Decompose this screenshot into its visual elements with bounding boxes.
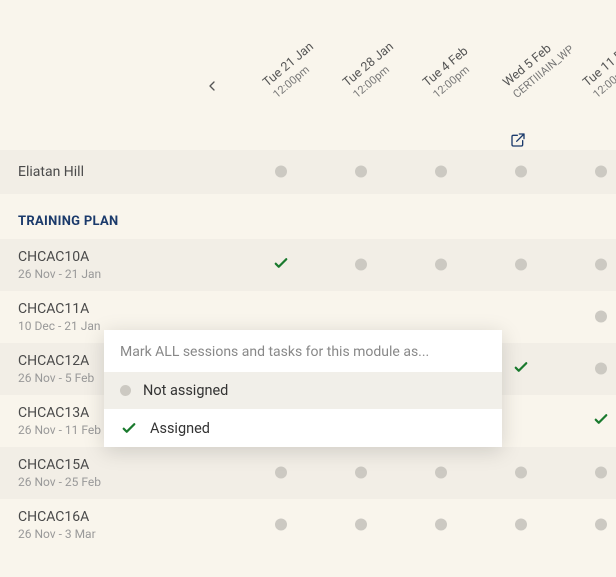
not-assigned-icon (595, 519, 607, 531)
module-row: CHCAC15A 26 Nov - 25 Feb (0, 447, 616, 499)
module-row: CHCAC10A 26 Nov - 21 Jan (0, 239, 616, 291)
popup-option-label: Not assigned (143, 382, 228, 399)
popup-option-not-assigned[interactable]: Not assigned (104, 372, 502, 409)
status-cell[interactable] (435, 163, 447, 182)
date-header-4[interactable]: Tue 11 Feb 12:00pm (580, 39, 616, 102)
not-assigned-icon (355, 166, 367, 178)
status-cell[interactable] (355, 163, 367, 182)
status-cell[interactable] (515, 516, 527, 535)
chevron-left-icon (204, 78, 220, 94)
not-assigned-icon (515, 166, 527, 178)
check-icon (512, 358, 530, 376)
status-cell[interactable] (435, 256, 447, 275)
check-icon (272, 254, 290, 272)
status-cell[interactable] (595, 516, 607, 535)
not-assigned-icon (595, 363, 607, 375)
section-title: TRAINING PLAN (0, 194, 616, 239)
not-assigned-icon (275, 519, 287, 531)
not-assigned-icon (515, 467, 527, 479)
not-assigned-icon (515, 519, 527, 531)
column-header-row: Tue 21 Jan 12:00pm Tue 28 Jan 12:00pm Tu… (0, 0, 616, 150)
status-cell[interactable] (595, 256, 607, 275)
not-assigned-icon (355, 259, 367, 271)
status-cell[interactable] (272, 254, 290, 276)
date-header-1[interactable]: Tue 28 Jan 12:00pm (340, 39, 407, 102)
status-cell[interactable] (512, 358, 530, 380)
status-cell[interactable] (595, 360, 607, 379)
status-cell[interactable] (275, 464, 287, 483)
not-assigned-icon (435, 467, 447, 479)
status-cell[interactable] (515, 256, 527, 275)
status-cell[interactable] (355, 464, 367, 483)
not-assigned-icon (275, 166, 287, 178)
date-header-0[interactable]: Tue 21 Jan 12:00pm (260, 39, 327, 102)
module-code[interactable]: CHCAC11A (18, 301, 248, 317)
not-assigned-icon (120, 385, 131, 396)
check-icon (120, 419, 138, 437)
nav-prev-button[interactable] (204, 78, 220, 99)
status-cell[interactable] (355, 516, 367, 535)
popup-option-label: Assigned (150, 420, 210, 437)
not-assigned-icon (595, 259, 607, 271)
not-assigned-icon (595, 311, 607, 323)
module-date-range: 26 Nov - 21 Jan (18, 267, 248, 281)
status-cell[interactable] (435, 516, 447, 535)
status-cell[interactable] (595, 464, 607, 483)
status-cell[interactable] (515, 163, 527, 182)
date-header-2[interactable]: Tue 4 Feb 12:00pm (420, 44, 481, 102)
not-assigned-icon (435, 519, 447, 531)
status-cell[interactable] (595, 308, 607, 327)
module-date-range: 26 Nov - 25 Feb (18, 475, 248, 489)
date-header-3[interactable]: Wed 5 Feb CERTIIIAIN_WP (500, 30, 577, 102)
not-assigned-icon (515, 259, 527, 271)
not-assigned-icon (355, 467, 367, 479)
student-row: Eliatan Hill (0, 150, 616, 194)
popup-title: Mark ALL sessions and tasks for this mod… (104, 330, 502, 372)
check-icon (592, 410, 610, 428)
not-assigned-icon (355, 519, 367, 531)
status-cell[interactable] (515, 464, 527, 483)
not-assigned-icon (435, 259, 447, 271)
module-row: CHCAC16A 26 Nov - 3 Mar (0, 499, 616, 551)
module-date-range: 26 Nov - 3 Mar (18, 527, 248, 541)
status-cell[interactable] (435, 464, 447, 483)
popup-option-assigned[interactable]: Assigned (104, 409, 502, 447)
status-cell[interactable] (595, 163, 607, 182)
module-code[interactable]: CHCAC10A (18, 249, 248, 265)
not-assigned-icon (595, 166, 607, 178)
launch-icon (510, 132, 526, 148)
mark-module-popup: Mark ALL sessions and tasks for this mod… (104, 330, 502, 447)
status-cell[interactable] (275, 516, 287, 535)
not-assigned-icon (275, 467, 287, 479)
not-assigned-icon (595, 467, 607, 479)
module-code[interactable]: CHCAC16A (18, 509, 248, 525)
status-cell[interactable] (275, 163, 287, 182)
student-name: Eliatan Hill (18, 164, 248, 180)
open-external-button[interactable] (510, 132, 526, 152)
module-code[interactable]: CHCAC15A (18, 457, 248, 473)
status-cell[interactable] (355, 256, 367, 275)
status-cell[interactable] (592, 410, 610, 432)
not-assigned-icon (435, 166, 447, 178)
